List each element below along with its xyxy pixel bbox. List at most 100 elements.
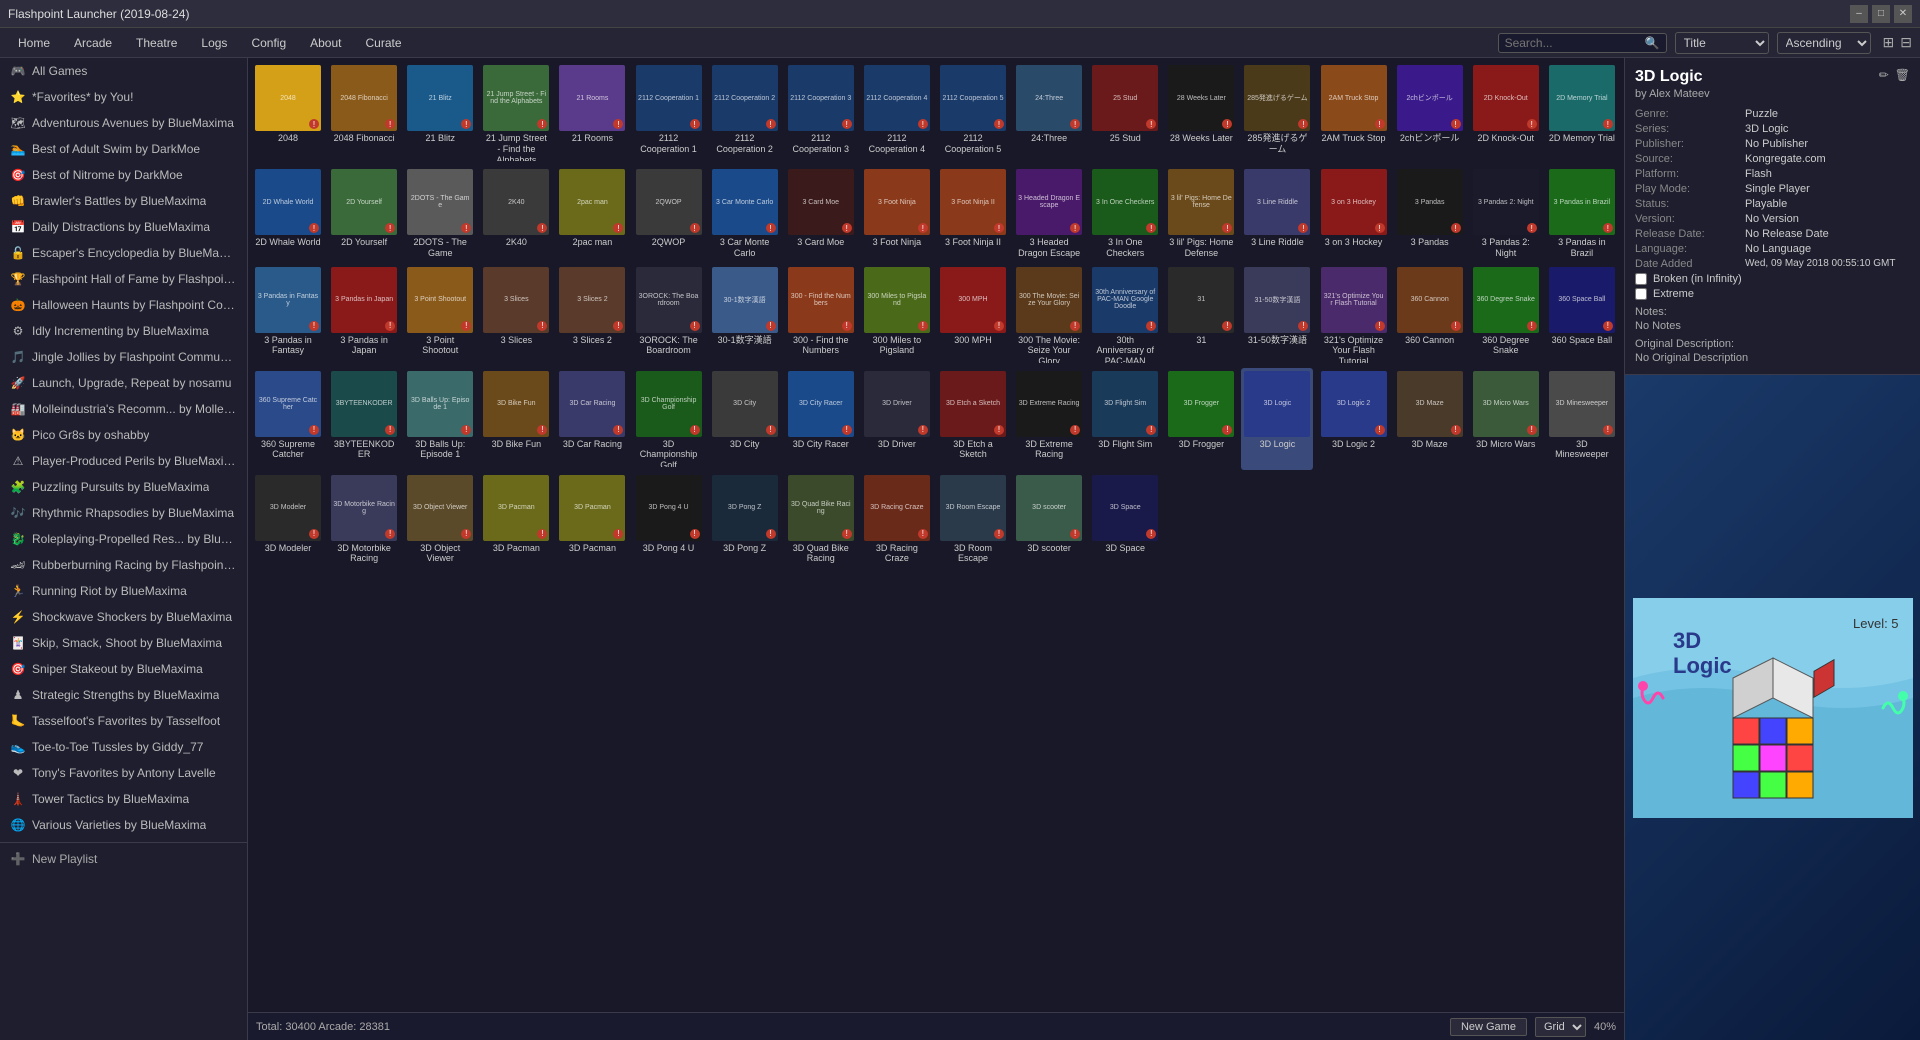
sidebar-item-brawlers[interactable]: 👊Brawler's Battles by BlueMaxima [0, 188, 247, 214]
game-tile[interactable]: 3 Headed Dragon Escape!3 Headed Dragon E… [1013, 166, 1085, 262]
sidebar-item-shockwave[interactable]: ⚡Shockwave Shockers by BlueMaxima [0, 604, 247, 630]
game-tile[interactable]: 2D Whale World!2D Whale World [252, 166, 324, 262]
game-tile[interactable]: 24:Three!24:Three [1013, 62, 1085, 164]
toolbar-icon-2[interactable]: ⊟ [1900, 34, 1912, 51]
game-tile[interactable]: 3 Pandas in Japan!3 Pandas in Japan [328, 264, 400, 366]
game-tile[interactable]: 3D Driver!3D Driver [861, 368, 933, 470]
game-tile[interactable]: 3 Point Shootout!3 Point Shootout [404, 264, 476, 366]
game-tile[interactable]: 30-1数字漢語!30-1数字漢語 [709, 264, 781, 366]
game-tile[interactable]: 3 Pandas 2: Night!3 Pandas 2: Night [1470, 166, 1542, 262]
game-tile[interactable]: 3D Balls Up: Episode 1!3D Balls Up: Epis… [404, 368, 476, 470]
game-tile[interactable]: 3D Micro Wars!3D Micro Wars [1470, 368, 1542, 470]
sidebar-item-toe[interactable]: 👟Toe-to-Toe Tussles by Giddy_77 [0, 734, 247, 760]
sidebar-item-idly[interactable]: ⚙Idly Incrementing by BlueMaxima [0, 318, 247, 344]
sidebar-item-jingle[interactable]: 🎵Jingle Jollies by Flashpoint Community [0, 344, 247, 370]
menu-logs[interactable]: Logs [191, 32, 237, 54]
game-tile[interactable]: 2D Memory Trial!2D Memory Trial [1546, 62, 1618, 164]
sidebar-item-tasselfoot[interactable]: 🦶Tasselfoot's Favorites by Tasselfoot [0, 708, 247, 734]
game-tile[interactable]: 3D Pong Z!3D Pong Z [709, 472, 781, 568]
game-tile[interactable]: 3D Frogger!3D Frogger [1165, 368, 1237, 470]
view-select[interactable]: Grid List [1535, 1017, 1586, 1037]
minimize-button[interactable]: – [1850, 5, 1868, 23]
maximize-button[interactable]: □ [1872, 5, 1890, 23]
search-input[interactable] [1505, 36, 1645, 50]
sidebar-item-all-games[interactable]: 🎮All Games [0, 58, 247, 84]
game-tile[interactable]: 3D Bike Fun!3D Bike Fun [480, 368, 552, 470]
game-tile[interactable]: 3D Pacman!3D Pacman [480, 472, 552, 568]
sidebar-item-adventurous[interactable]: 🗺Adventurous Avenues by BlueMaxima [0, 110, 247, 136]
game-tile[interactable]: 3D Minesweeper!3D Minesweeper [1546, 368, 1618, 470]
edit-icon[interactable]: ✏ [1879, 68, 1889, 82]
new-playlist-button[interactable]: ➕ New Playlist [0, 842, 247, 872]
game-tile[interactable]: 3D Flight Sim!3D Flight Sim [1089, 368, 1161, 470]
menu-curate[interactable]: Curate [355, 32, 411, 54]
game-tile[interactable]: 21 Rooms!21 Rooms [556, 62, 628, 164]
toolbar-icon-1[interactable]: ⊞ [1883, 34, 1895, 51]
sidebar-item-rhythmic[interactable]: 🎶Rhythmic Rhapsodies by BlueMaxima [0, 500, 247, 526]
game-tile[interactable]: 3 Slices 2!3 Slices 2 [556, 264, 628, 366]
sort-direction-select[interactable]: Ascending Descending [1777, 32, 1871, 54]
game-tile[interactable]: 3 Foot Ninja!3 Foot Ninja [861, 166, 933, 262]
sidebar-item-launch[interactable]: 🚀Launch, Upgrade, Repeat by nosamu [0, 370, 247, 396]
game-tile[interactable]: 3BYTEENKODER!3BYTEENKODER [328, 368, 400, 470]
game-tile[interactable]: 360 Supreme Catcher!360 Supreme Catcher [252, 368, 324, 470]
game-tile[interactable]: 3D Quad Bike Racing!3D Quad Bike Racing [785, 472, 857, 568]
game-tile[interactable]: 285発進げるゲーム!285発進げるゲーム [1241, 62, 1313, 164]
extreme-checkbox[interactable] [1635, 288, 1647, 300]
game-tile[interactable]: 30th Anniversary of PAC-MAN Google Doodl… [1089, 264, 1161, 366]
game-tile[interactable]: 3 on 3 Hockey!3 on 3 Hockey [1318, 166, 1390, 262]
game-tile[interactable]: 2048!2048 [252, 62, 324, 164]
game-tile[interactable]: 2K40!2K40 [480, 166, 552, 262]
sidebar-item-tower[interactable]: 🗼Tower Tactics by BlueMaxima [0, 786, 247, 812]
game-tile[interactable]: 3D Racing Craze!3D Racing Craze [861, 472, 933, 568]
game-tile[interactable]: 3 Pandas in Brazil!3 Pandas in Brazil [1546, 166, 1618, 262]
sort-field-select[interactable]: Title Date Added Genre [1675, 32, 1769, 54]
game-tile[interactable]: 300 MPH!300 MPH [937, 264, 1009, 366]
sidebar-item-halloween[interactable]: 🎃Halloween Haunts by Flashpoint Communit… [0, 292, 247, 318]
game-tile[interactable]: 21 Blitz!21 Blitz [404, 62, 476, 164]
game-tile[interactable]: 300 The Movie: Seize Your Glory!300 The … [1013, 264, 1085, 366]
game-tile[interactable]: 3 Card Moe!3 Card Moe [785, 166, 857, 262]
game-tile[interactable]: 3D Room Escape!3D Room Escape [937, 472, 1009, 568]
game-tile[interactable]: 3 Pandas in Fantasy!3 Pandas in Fantasy [252, 264, 324, 366]
sidebar-item-pico[interactable]: 🐱Pico Gr8s by oshabby [0, 422, 247, 448]
game-tile[interactable]: 3D Logic3D Logic [1241, 368, 1313, 470]
game-tile[interactable]: 3D Modeler!3D Modeler [252, 472, 324, 568]
sidebar-item-various[interactable]: 🌐Various Varieties by BlueMaxima [0, 812, 247, 838]
game-grid-container[interactable]: 2048!20482048 Fibonacci!2048 Fibonacci21… [248, 58, 1624, 1012]
close-button[interactable]: ✕ [1894, 5, 1912, 23]
game-tile[interactable]: 31!31 [1165, 264, 1237, 366]
game-tile[interactable]: 21 Jump Street - Find the Alphabets!21 J… [480, 62, 552, 164]
game-tile[interactable]: 321's Optimize Your Flash Tutorial!321's… [1318, 264, 1390, 366]
game-tile[interactable]: 3D Logic 2!3D Logic 2 [1318, 368, 1390, 470]
game-tile[interactable]: 360 Degree Snake!360 Degree Snake [1470, 264, 1542, 366]
menu-theatre[interactable]: Theatre [126, 32, 187, 54]
game-tile[interactable]: 300 Miles to Pigsland!300 Miles to Pigsl… [861, 264, 933, 366]
sidebar-item-molle[interactable]: 🏭Molleindustria's Recomm... by Molleind.… [0, 396, 247, 422]
sidebar-item-escapers[interactable]: 🔓Escaper's Encyclopedia by BlueMaxima [0, 240, 247, 266]
sidebar-item-sniper[interactable]: 🎯Sniper Stakeout by BlueMaxima [0, 656, 247, 682]
game-tile[interactable]: 2112 Cooperation 4!2112 Cooperation 4 [861, 62, 933, 164]
sidebar-item-puzzling[interactable]: 🧩Puzzling Pursuits by BlueMaxima [0, 474, 247, 500]
menu-arcade[interactable]: Arcade [64, 32, 122, 54]
game-tile[interactable]: 2112 Cooperation 5!2112 Cooperation 5 [937, 62, 1009, 164]
sidebar-item-strategic[interactable]: ♟Strategic Strengths by BlueMaxima [0, 682, 247, 708]
game-tile[interactable]: 2D Knock-Out!2D Knock-Out [1470, 62, 1542, 164]
sidebar-item-adult-swim[interactable]: 🏊Best of Adult Swim by DarkMoe [0, 136, 247, 162]
sidebar-item-tony[interactable]: ❤Tony's Favorites by Antony Lavelle [0, 760, 247, 786]
game-tile[interactable]: 2chビンポール!2chビンポール [1394, 62, 1466, 164]
game-tile[interactable]: 3D Championship Golf!3D Championship Gol… [633, 368, 705, 470]
game-tile[interactable]: 25 Stud!25 Stud [1089, 62, 1161, 164]
game-tile[interactable]: 3 Slices!3 Slices [480, 264, 552, 366]
sidebar-item-nitrome[interactable]: 🎯Best of Nitrome by DarkMoe [0, 162, 247, 188]
sidebar-item-roleplaying[interactable]: 🐉Roleplaying-Propelled Res... by BlueMax… [0, 526, 247, 552]
game-tile[interactable]: 2DOTS - The Game!2DOTS - The Game [404, 166, 476, 262]
sidebar-item-hall-of-fame[interactable]: 🏆Flashpoint Hall of Fame by Flashpoint S… [0, 266, 247, 292]
game-tile[interactable]: 300 - Find the Numbers!300 - Find the Nu… [785, 264, 857, 366]
game-tile[interactable]: 2AM Truck Stop!2AM Truck Stop [1318, 62, 1390, 164]
game-tile[interactable]: 3D scooter!3D scooter [1013, 472, 1085, 568]
game-tile[interactable]: 3D Extreme Racing!3D Extreme Racing [1013, 368, 1085, 470]
game-tile[interactable]: 3 Line Riddle!3 Line Riddle [1241, 166, 1313, 262]
game-tile[interactable]: 2D Yourself!2D Yourself [328, 166, 400, 262]
sidebar-item-rubberburning[interactable]: 🏎Rubberburning Racing by Flashpoint Staf… [0, 552, 247, 578]
